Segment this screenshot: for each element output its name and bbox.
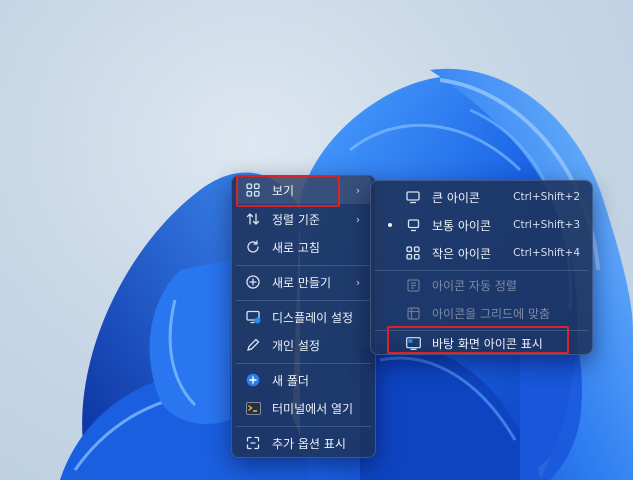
submenu-item-small-icons[interactable]: 작은 아이콘 Ctrl+Shift+4 bbox=[375, 239, 588, 267]
desktop-context-menu: 보기 › 정렬 기준 › 새로 고침 새로 만들기 › 디스플레이 설정 개인 bbox=[231, 175, 376, 458]
menu-item-refresh[interactable]: 새로 고침 bbox=[236, 233, 371, 261]
menu-item-show-more-options[interactable]: 추가 옵션 표시 bbox=[236, 429, 371, 457]
menu-separator bbox=[236, 300, 371, 301]
show-desktop-icons-icon bbox=[405, 335, 421, 351]
menu-item-open-terminal[interactable]: 터미널에서 열기 bbox=[236, 394, 371, 422]
small-icons-icon bbox=[405, 245, 421, 261]
submenu-item-show-desktop-icons[interactable]: 바탕 화면 아이콘 표시 bbox=[375, 329, 588, 357]
menu-item-label: 정렬 기준 bbox=[272, 212, 320, 227]
submenu-item-align-to-grid: 아이콘을 그리드에 맞춤 bbox=[375, 299, 588, 327]
shortcut-label: Ctrl+Shift+2 bbox=[513, 191, 580, 203]
menu-item-new[interactable]: 새로 만들기 › bbox=[236, 268, 371, 296]
menu-item-label: 작은 아이콘 bbox=[432, 246, 492, 261]
submenu-item-medium-icons[interactable]: 보통 아이콘 Ctrl+Shift+3 bbox=[375, 211, 588, 239]
shortcut-label: Ctrl+Shift+4 bbox=[513, 247, 580, 259]
chevron-right-icon: › bbox=[355, 275, 361, 289]
display-settings-icon bbox=[245, 309, 261, 325]
menu-item-label: 새로 만들기 bbox=[272, 275, 332, 290]
menu-item-label: 새로 고침 bbox=[272, 240, 320, 255]
submenu-item-large-icons[interactable]: 큰 아이콘 Ctrl+Shift+2 bbox=[375, 183, 588, 211]
medium-icons-icon bbox=[405, 217, 421, 233]
menu-item-sort-by[interactable]: 정렬 기준 › bbox=[236, 205, 371, 233]
menu-separator bbox=[236, 363, 371, 364]
menu-item-label: 아이콘을 그리드에 맞춤 bbox=[432, 306, 551, 321]
new-folder-icon bbox=[245, 372, 261, 388]
add-circle-icon bbox=[245, 274, 261, 290]
auto-arrange-icon bbox=[405, 277, 421, 293]
submenu-item-auto-arrange: 아이콘 자동 정렬 bbox=[375, 271, 588, 299]
menu-item-label: 아이콘 자동 정렬 bbox=[432, 278, 517, 293]
align-grid-icon bbox=[405, 305, 421, 321]
menu-item-label: 바탕 화면 아이콘 표시 bbox=[432, 336, 543, 351]
large-icons-icon bbox=[405, 189, 421, 205]
sort-arrows-icon bbox=[245, 211, 261, 227]
chevron-right-icon: › bbox=[355, 212, 361, 226]
view-grid-icon bbox=[245, 182, 261, 198]
menu-separator bbox=[236, 265, 371, 266]
menu-item-label: 새 폴더 bbox=[272, 373, 309, 388]
menu-item-label: 추가 옵션 표시 bbox=[272, 436, 346, 451]
terminal-icon bbox=[245, 400, 261, 416]
view-submenu: 큰 아이콘 Ctrl+Shift+2 보통 아이콘 Ctrl+Shift+3 작… bbox=[370, 180, 593, 355]
menu-item-display-settings[interactable]: 디스플레이 설정 bbox=[236, 303, 371, 331]
refresh-icon bbox=[245, 239, 261, 255]
menu-item-label: 큰 아이콘 bbox=[432, 190, 480, 205]
menu-item-label: 디스플레이 설정 bbox=[272, 310, 354, 325]
menu-item-label: 보통 아이콘 bbox=[432, 218, 492, 233]
more-options-icon bbox=[245, 435, 261, 451]
selected-bullet-icon bbox=[388, 223, 392, 227]
pen-icon bbox=[245, 337, 261, 353]
menu-item-label: 터미널에서 열기 bbox=[272, 401, 354, 416]
shortcut-label: Ctrl+Shift+3 bbox=[513, 219, 580, 231]
menu-item-label: 개인 설정 bbox=[272, 338, 320, 353]
menu-separator bbox=[236, 426, 371, 427]
menu-item-personalize[interactable]: 개인 설정 bbox=[236, 331, 371, 359]
menu-item-label: 보기 bbox=[272, 183, 295, 198]
menu-item-view[interactable]: 보기 › bbox=[236, 176, 371, 204]
chevron-right-icon: › bbox=[355, 183, 361, 197]
menu-item-new-folder[interactable]: 새 폴더 bbox=[236, 366, 371, 394]
